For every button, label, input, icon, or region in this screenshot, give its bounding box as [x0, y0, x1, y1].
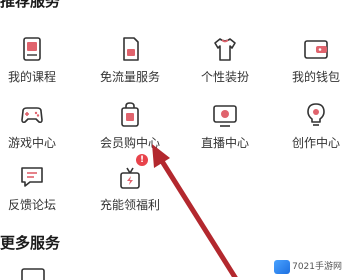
service-my-courses[interactable]: 我的课程 [0, 34, 72, 92]
service-feedback-forum[interactable]: 反馈论坛 [0, 162, 72, 220]
service-game-center[interactable]: 游戏中心 [0, 100, 72, 158]
course-book-icon [23, 37, 41, 61]
tshirt-icon [214, 38, 236, 61]
service-personal-dress[interactable]: 个性装扮 [185, 34, 265, 92]
service-label: 充能领福利 [99, 198, 160, 212]
service-my-wallet[interactable]: 我的钱包 [276, 34, 346, 92]
service-label: 直播中心 [200, 136, 249, 150]
service-charge-welfare[interactable]: ! 充能领福利 [90, 154, 170, 220]
sim-card-icon [123, 37, 139, 61]
service-label: 免流量服务 [99, 70, 160, 84]
gamepad-icon [21, 107, 43, 124]
service-label: 反馈论坛 [7, 198, 56, 212]
watermark-text: 7021手游网 [292, 262, 342, 272]
service-label: 会员购中心 [99, 136, 160, 150]
service-label: 个性装扮 [200, 70, 249, 84]
shopping-bag-icon [121, 102, 139, 127]
gift-box-icon [120, 167, 140, 189]
service-live-center[interactable]: 直播中心 [185, 100, 265, 158]
service-creator-center[interactable]: 创作中心 [276, 100, 346, 158]
notification-badge: ! [136, 154, 148, 166]
service-label: 我的钱包 [291, 70, 340, 84]
live-tv-icon [213, 105, 237, 127]
more-services-title: 更多服务 [0, 234, 61, 252]
service-label: 创作中心 [291, 136, 340, 150]
feedback-chat-icon [21, 167, 43, 187]
watermark-logo-icon [274, 260, 291, 274]
watermark: 7021手游网 [274, 260, 342, 274]
service-member-shop[interactable]: 会员购中心 [90, 100, 170, 158]
service-label: 游戏中心 [7, 136, 56, 150]
partial-service-icon [21, 268, 45, 280]
service-label: 我的课程 [7, 70, 56, 84]
lightbulb-icon [307, 103, 325, 126]
service-data-free[interactable]: 免流量服务 [90, 34, 170, 92]
wallet-icon [304, 40, 328, 59]
services-grid: 我的课程 免流量服务 个性装扮 我的钱包 游戏中心 会员购中心 直播中心 创作中… [0, 0, 346, 230]
